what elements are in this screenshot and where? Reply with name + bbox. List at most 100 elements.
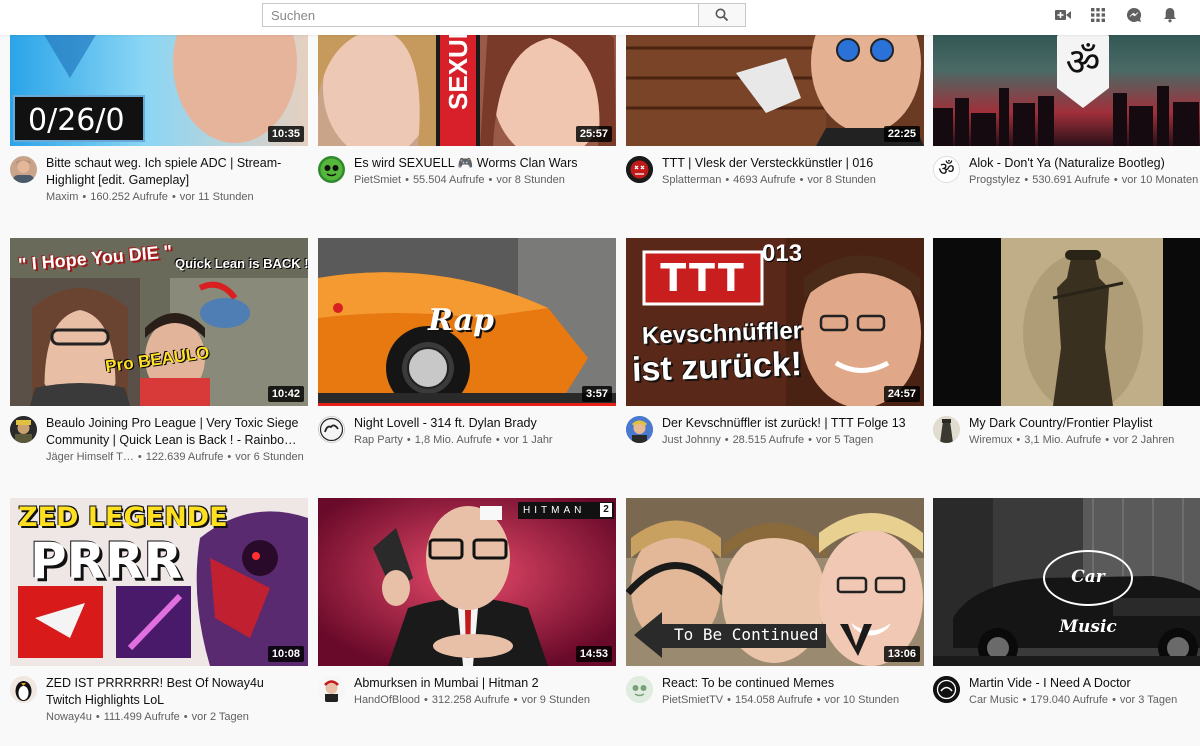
video-card: " I Hope You DIE " Quick Lean is BACK !!… <box>10 238 308 486</box>
video-byline: Splatterman • 4693 Aufrufe • vor 8 Stunden <box>662 174 876 186</box>
video-title[interactable]: TTT | Vlesk der Versteckkünstler | 016 <box>662 155 917 172</box>
channel-avatar[interactable] <box>933 416 960 443</box>
thumbnail-image <box>318 498 616 666</box>
channel-name[interactable]: Progstylez <box>969 174 1020 186</box>
video-thumbnail[interactable]: TTT 013 Kevschnüffler ist zurück! 24:57 <box>626 238 924 406</box>
channel-avatar[interactable] <box>318 416 345 443</box>
upload-age: vor 3 Tagen <box>1119 694 1178 706</box>
channel-avatar[interactable] <box>626 416 653 443</box>
video-duration: 10:35 <box>267 126 304 142</box>
masthead <box>0 0 1200 35</box>
upload-age: vor 11 Stunden <box>179 191 254 203</box>
video-byline: Wiremux • 3,1 Mio. Aufrufe • vor 2 Jahren <box>969 434 1175 446</box>
video-card: ZED LEGENDE PRRR 10:08 ZED IST PRRRRRR! … <box>10 498 308 746</box>
video-camera-icon[interactable] <box>1054 6 1072 24</box>
channel-name[interactable]: Noway4u <box>46 711 92 723</box>
video-byline: PietSmiet • 55.504 Aufrufe • vor 8 Stunden <box>354 174 565 186</box>
channel-avatar[interactable] <box>933 676 960 703</box>
video-thumbnail[interactable]: ZED LEGENDE PRRR 10:08 <box>10 498 308 666</box>
messages-icon[interactable] <box>1125 6 1143 24</box>
channel-name[interactable]: HandOfBlood <box>354 694 420 706</box>
channel-name[interactable]: Wiremux <box>969 434 1012 446</box>
upload-age: vor 1 Jahr <box>503 434 553 446</box>
channel-name[interactable]: Jäger Himself T… <box>46 451 134 463</box>
video-title[interactable]: React: To be continued Memes <box>662 675 917 692</box>
channel-name[interactable]: PietSmietTV <box>662 694 723 706</box>
upload-age: vor 8 Stunden <box>496 174 565 186</box>
channel-name[interactable]: Maxim <box>46 191 78 203</box>
channel-avatar[interactable] <box>318 676 345 703</box>
video-card: Rap 3:57 Night Lovell - 314 ft. Dylan Br… <box>318 238 616 486</box>
channel-avatar[interactable] <box>10 416 37 443</box>
video-thumbnail[interactable]: HITMAN 2 14:53 <box>318 498 616 666</box>
view-count: 154.058 Aufrufe <box>735 694 813 706</box>
video-duration: 25:57 <box>575 126 612 142</box>
view-count: 111.499 Aufrufe <box>103 711 180 723</box>
thumbnail-text: 0/26/0 <box>28 103 125 138</box>
thumbnail-text-secondary: Quick Lean is BACK !! <box>175 256 308 271</box>
video-thumbnail[interactable]: Rap 3:57 <box>318 238 616 406</box>
upload-age: vor 8 Stunden <box>807 174 876 186</box>
video-card: TTT 013 Kevschnüffler ist zurück! 24:57 … <box>626 238 924 486</box>
channel-avatar[interactable]: ॐ <box>933 156 960 183</box>
video-card: My Dark Country/Frontier Playlist Wiremu… <box>933 238 1200 486</box>
upload-age: vor 5 Tagen <box>815 434 874 446</box>
video-duration: 10:42 <box>267 386 304 402</box>
thumbnail-text: ZED LEGENDE <box>18 502 228 533</box>
video-byline: Maxim • 160.252 Aufrufe • vor 11 Stunden <box>46 191 254 203</box>
video-thumbnail[interactable] <box>933 238 1200 406</box>
view-count: 55.504 Aufrufe <box>412 174 485 186</box>
video-byline: Noway4u • 111.499 Aufrufe • vor 2 Tagen <box>46 711 249 723</box>
video-duration: 22:25 <box>883 126 920 142</box>
video-thumbnail[interactable]: " I Hope You DIE " Quick Lean is BACK !!… <box>10 238 308 406</box>
notifications-bell-icon[interactable] <box>1161 6 1179 24</box>
video-title[interactable]: My Dark Country/Frontier Playlist <box>969 415 1200 432</box>
search-icon <box>715 8 729 22</box>
upload-age: vor 10 Stunden <box>824 694 900 706</box>
search-button[interactable] <box>698 3 746 27</box>
video-title[interactable]: Bitte schaut weg. Ich spiele ADC | Strea… <box>46 155 301 189</box>
channel-name[interactable]: Splatterman <box>662 174 721 186</box>
video-title[interactable]: Alok - Don't Ya (Naturalize Bootleg) <box>969 155 1200 172</box>
video-duration: 13:06 <box>883 646 920 662</box>
thumbnail-text: TTT <box>660 256 746 300</box>
video-title[interactable]: ZED IST PRRRRRR! Best Of Noway4u Twitch … <box>46 675 301 709</box>
video-title[interactable]: Beaulo Joining Pro League | Very Toxic S… <box>46 415 301 449</box>
video-thumbnail[interactable]: To Be Continued 13:06 <box>626 498 924 666</box>
apps-grid-icon[interactable] <box>1089 6 1107 24</box>
video-duration: 14:53 <box>575 646 612 662</box>
thumbnail-text-secondary: 013 <box>762 240 803 267</box>
video-title[interactable]: Martin Vide - I Need A Doctor <box>969 675 1200 692</box>
channel-avatar[interactable] <box>10 156 37 183</box>
video-title[interactable]: Der Kevschnüffler ist zurück! | TTT Folg… <box>662 415 917 432</box>
thumbnail-image <box>933 238 1200 406</box>
thumbnail-text-secondary: PRRR <box>30 532 183 590</box>
channel-avatar[interactable] <box>626 676 653 703</box>
channel-avatar[interactable] <box>318 156 345 183</box>
view-count: 3,1 Mio. Aufrufe <box>1024 434 1102 446</box>
watch-progress-bar <box>318 403 616 406</box>
upload-age: vor 10 Monaten <box>1121 174 1199 186</box>
thumbnail-text: ॐ <box>1065 42 1101 84</box>
video-byline: PietSmietTV • 154.058 Aufrufe • vor 10 Stund… <box>662 694 900 706</box>
video-byline: Progstylez • 530.691 Aufrufe • vor 10 Monate… <box>969 174 1199 186</box>
video-byline: HandOfBlood • 312.258 Aufrufe • vor 9 Stunde… <box>354 694 590 706</box>
video-byline: Rap Party • 1,8 Mio. Aufrufe • vor 1 Jahr <box>354 434 553 446</box>
view-count: 122.639 Aufrufe <box>145 451 224 463</box>
video-title[interactable]: Night Lovell - 314 ft. Dylan Brady <box>354 415 609 432</box>
channel-name[interactable]: Rap Party <box>354 434 403 446</box>
upload-age: vor 6 Stunden <box>235 451 304 463</box>
channel-name[interactable]: Car Music <box>969 694 1019 706</box>
video-title[interactable]: Abmurksen in Mumbai | Hitman 2 <box>354 675 609 692</box>
thumbnail-text: HITMAN <box>523 505 586 516</box>
view-count: 530.691 Aufrufe <box>1032 174 1110 186</box>
channel-avatar[interactable] <box>626 156 653 183</box>
channel-name[interactable]: PietSmiet <box>354 174 401 186</box>
channel-avatar[interactable] <box>10 676 37 703</box>
video-byline: Car Music • 179.040 Aufrufe • vor 3 Tagen <box>969 694 1178 706</box>
channel-name[interactable]: Just Johnny <box>662 434 721 446</box>
video-thumbnail[interactable]: Car Music <box>933 498 1200 666</box>
search-input[interactable] <box>262 3 698 27</box>
video-title[interactable]: Es wird SEXUELL 🎮 Worms Clan Wars <box>354 155 609 172</box>
video-byline: Jäger Himself T… • 122.639 Aufrufe • vor 6 S… <box>46 451 304 463</box>
